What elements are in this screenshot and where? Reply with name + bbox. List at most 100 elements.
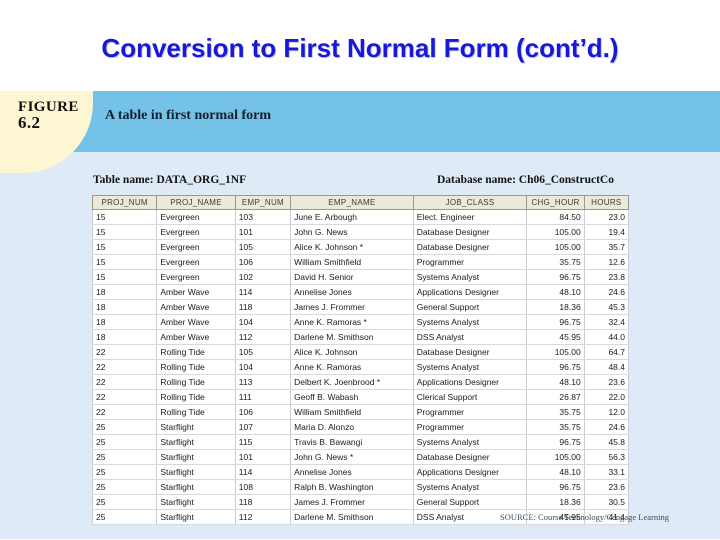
cell-proj-name: Evergreen (156, 254, 236, 270)
table-row[interactable]: 15 Evergreen 103 June E. Arbough Elect. Engi… (91, 209, 630, 225)
cell-emp-name: June E. Arbough (290, 209, 414, 225)
table-row[interactable]: 25 Starflight 115 Travis B. Bawangi Systems … (91, 434, 630, 450)
cell-proj-name: Evergreen (156, 209, 236, 225)
cell-chg-hour: 48.10 (526, 284, 585, 300)
cell-proj-name: Starflight (156, 509, 236, 525)
cell-emp-num: 118 (234, 299, 292, 315)
cell-proj-name: Rolling Tide (156, 404, 236, 420)
table-row[interactable]: 25 Starflight 108 Ralph B. Washington System… (91, 479, 630, 495)
cell-proj-name: Evergreen (156, 239, 236, 255)
column-header-emp-num[interactable]: EMP_NUM (234, 195, 292, 210)
table-row[interactable]: 25 Starflight 107 Maria D. Alonzo Programmer… (91, 419, 630, 435)
cell-proj-name: Amber Wave (156, 329, 236, 345)
table-name-label: Table name: DATA_ORG_1NF (93, 174, 247, 186)
table-row[interactable]: 18 Amber Wave 112 Darlene M. Smithson DSS An… (91, 329, 630, 345)
cell-emp-name: Alice K. Johnson * (290, 239, 414, 255)
cell-emp-num: 115 (234, 434, 292, 450)
table-row[interactable]: 25 Starflight 101 John G. News * Database De… (91, 449, 630, 465)
cell-job-class: Systems Analyst (412, 359, 528, 375)
cell-job-class: Programmer (412, 404, 528, 420)
cell-emp-num: 108 (234, 479, 292, 495)
cell-hours: 48.4 (583, 359, 630, 375)
column-header-hours[interactable]: HOURS (583, 195, 630, 210)
cell-emp-num: 106 (234, 254, 292, 270)
column-header-proj-name[interactable]: PROJ_NAME (156, 195, 236, 210)
database-name-label: Database name: Ch06_ConstructCo (437, 174, 614, 186)
table-row[interactable]: 18 Amber Wave 118 James J. Frommer General S… (91, 299, 630, 315)
table-row[interactable]: 25 Starflight 114 Annelise Jones Application… (91, 464, 630, 480)
cell-hours: 35.7 (583, 239, 630, 255)
cell-emp-name: Alice K. Johnson (290, 344, 414, 360)
cell-emp-num: 112 (234, 509, 292, 525)
cell-proj-name: Starflight (156, 464, 236, 480)
table-row[interactable]: 15 Evergreen 105 Alice K. Johnson * Database… (91, 239, 630, 255)
cell-job-class: Database Designer (412, 239, 528, 255)
cell-job-class: Applications Designer (412, 374, 528, 390)
cell-hours: 30.5 (583, 494, 630, 510)
table-row[interactable]: 15 Evergreen 101 John G. News Database Desig… (91, 224, 630, 240)
cell-proj-num: 18 (91, 314, 158, 330)
cell-proj-name: Starflight (156, 494, 236, 510)
cell-emp-name: James J. Frommer (290, 494, 414, 510)
cell-emp-name: Geoff B. Wabash (290, 389, 414, 405)
cell-proj-name: Starflight (156, 479, 236, 495)
cell-proj-num: 15 (91, 269, 158, 285)
table-row[interactable]: 22 Rolling Tide 111 Geoff B. Wabash Clerical… (91, 389, 630, 405)
cell-emp-name: Annelise Jones (290, 464, 414, 480)
cell-emp-name: Travis B. Bawangi (290, 434, 414, 450)
table-row[interactable]: 22 Rolling Tide 106 William Smithfield Progr… (91, 404, 630, 420)
cell-chg-hour: 48.10 (526, 374, 585, 390)
cell-proj-num: 18 (91, 284, 158, 300)
column-header-emp-name[interactable]: EMP_NAME (290, 195, 414, 210)
cell-emp-name: David H. Senior (290, 269, 414, 285)
cell-proj-num: 22 (91, 389, 158, 405)
table-row[interactable]: 22 Rolling Tide 104 Anne K. Ramoras Systems … (91, 359, 630, 375)
cell-emp-num: 104 (234, 359, 292, 375)
cell-emp-name: James J. Frommer (290, 299, 414, 315)
column-header-job-class[interactable]: JOB_CLASS (412, 195, 528, 210)
cell-emp-num: 113 (234, 374, 292, 390)
table-row[interactable]: 18 Amber Wave 114 Annelise Jones Application… (91, 284, 630, 300)
cell-hours: 12.6 (583, 254, 630, 270)
table-row[interactable]: 18 Amber Wave 104 Anne K. Ramoras * Systems … (91, 314, 630, 330)
cell-hours: 23.6 (583, 479, 630, 495)
cell-hours: 12.0 (583, 404, 630, 420)
cell-emp-num: 114 (234, 464, 292, 480)
cell-job-class: Systems Analyst (412, 479, 528, 495)
cell-hours: 23.8 (583, 269, 630, 285)
cell-proj-num: 25 (91, 419, 158, 435)
source-credit: SOURCE: Course Technology/Cengage Learni… (500, 512, 669, 522)
cell-job-class: Programmer (412, 254, 528, 270)
cell-hours: 23.0 (583, 209, 630, 225)
table-row[interactable]: 15 Evergreen 102 David H. Senior Systems Ana… (91, 269, 630, 285)
cell-emp-num: 101 (234, 224, 292, 240)
cell-proj-num: 18 (91, 299, 158, 315)
cell-chg-hour: 105.00 (526, 344, 585, 360)
cell-proj-num: 15 (91, 224, 158, 240)
figure-panel: FIGURE 6.2 A table in first normal form … (0, 91, 720, 539)
cell-emp-name: Darlene M. Smithson (290, 509, 414, 525)
table-row[interactable]: 15 Evergreen 106 William Smithfield Programm… (91, 254, 630, 270)
column-header-proj-num[interactable]: PROJ_NUM (91, 195, 158, 210)
cell-proj-name: Rolling Tide (156, 374, 236, 390)
figure-number-badge: FIGURE 6.2 (0, 91, 93, 173)
cell-chg-hour: 96.75 (526, 359, 585, 375)
cell-proj-num: 25 (91, 509, 158, 525)
cell-job-class: General Support (412, 299, 528, 315)
cell-emp-num: 112 (234, 329, 292, 345)
cell-proj-num: 22 (91, 359, 158, 375)
cell-emp-name: John G. News * (290, 449, 414, 465)
column-header-chg-hour[interactable]: CHG_HOUR (526, 195, 585, 210)
table-row[interactable]: 25 Starflight 118 James J. Frommer General S… (91, 494, 630, 510)
cell-hours: 45.8 (583, 434, 630, 450)
cell-proj-num: 15 (91, 254, 158, 270)
cell-proj-num: 15 (91, 209, 158, 225)
cell-proj-num: 25 (91, 434, 158, 450)
cell-emp-name: Annelise Jones (290, 284, 414, 300)
cell-proj-name: Rolling Tide (156, 389, 236, 405)
cell-job-class: Applications Designer (412, 284, 528, 300)
cell-emp-name: Ralph B. Washington (290, 479, 414, 495)
table-row[interactable]: 22 Rolling Tide 113 Delbert K. Joenbrood * A… (91, 374, 630, 390)
table-row[interactable]: 22 Rolling Tide 105 Alice K. Johnson Databas… (91, 344, 630, 360)
cell-job-class: Systems Analyst (412, 269, 528, 285)
